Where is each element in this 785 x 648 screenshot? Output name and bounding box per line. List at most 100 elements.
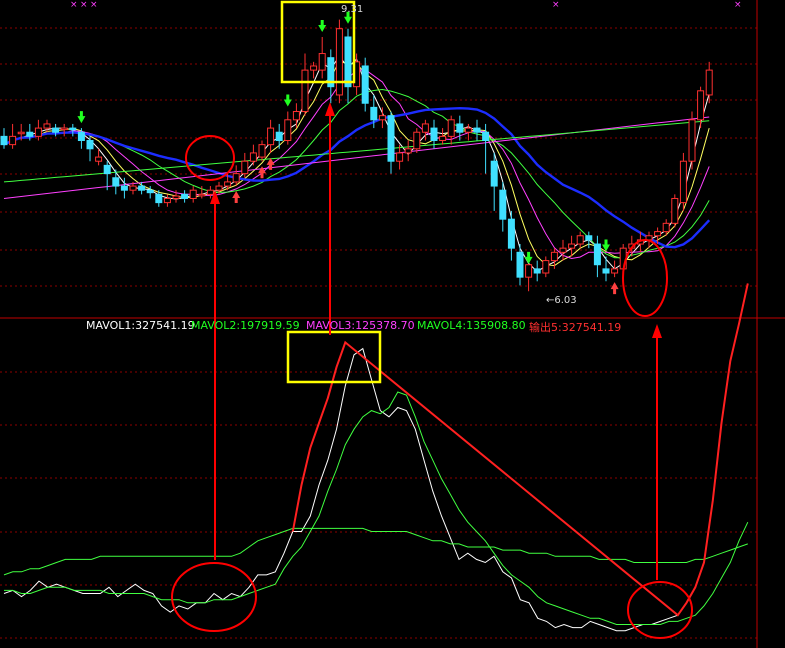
candle-body	[301, 69, 309, 113]
candle-body	[189, 189, 197, 199]
candle-body	[60, 127, 68, 131]
indicator-title: DD5量比指标	[0, 321, 68, 334]
candle-body	[95, 156, 103, 162]
candle-body	[129, 185, 137, 191]
candle-body	[421, 123, 429, 133]
mavol1-line	[3, 283, 749, 632]
candle-body	[499, 189, 507, 220]
candle-body	[17, 131, 25, 135]
candle-body	[112, 177, 120, 187]
candle-body	[138, 185, 146, 191]
candle-body	[439, 135, 447, 142]
candle-body	[344, 36, 352, 88]
candle-body	[172, 195, 180, 199]
legend-entry: MAVOL1:327541.19	[86, 319, 195, 332]
candle-body	[516, 251, 524, 278]
annotation-circle	[185, 135, 235, 181]
candle-body	[662, 222, 670, 233]
candle-body	[103, 164, 111, 175]
candle-body	[378, 115, 386, 121]
candle-body	[206, 189, 214, 195]
output5-line	[291, 283, 749, 617]
mavol4-line	[3, 527, 748, 576]
sell-arrow-icon	[77, 111, 86, 124]
candle-body	[361, 65, 369, 104]
buy-arrow-icon	[610, 282, 619, 295]
mavol2-line	[4, 391, 749, 625]
candle-body	[224, 181, 232, 187]
candle-body	[568, 243, 576, 249]
candle-body	[396, 152, 404, 162]
candle-body	[611, 268, 619, 274]
top-marker-icon: ×	[734, 0, 742, 10]
candle-body	[0, 135, 8, 146]
candle-body	[413, 131, 421, 150]
candle-body	[671, 197, 679, 224]
candle-body	[387, 115, 395, 162]
candle-body	[232, 173, 240, 183]
candle-body	[593, 243, 601, 266]
sell-arrow-icon	[318, 19, 327, 32]
candle-body	[9, 135, 17, 146]
candle-body	[86, 140, 94, 150]
chart-stage: × × × × × DD5量比指标 9.31 ←6.03 MAVOL1:327541.1…	[0, 0, 785, 648]
sell-arrow-icon	[283, 94, 292, 107]
candle-body	[310, 65, 318, 71]
legend-entry: 输出5:327541.19	[529, 321, 622, 334]
candle-body	[679, 160, 687, 204]
candle-body	[163, 197, 171, 204]
candle-body	[507, 218, 515, 249]
candle-body	[370, 106, 378, 121]
candle-body	[482, 131, 490, 142]
candle-body	[533, 268, 541, 274]
candle-body	[525, 264, 533, 278]
candle-body	[292, 111, 300, 121]
candle-body	[602, 268, 610, 274]
candle-body	[318, 53, 326, 71]
candle-body	[181, 193, 189, 199]
candle-body	[34, 127, 42, 137]
candle-body	[69, 127, 77, 131]
candle-body	[456, 123, 464, 133]
candle-body	[559, 247, 567, 253]
candle-body	[447, 119, 455, 137]
candle-body	[404, 148, 412, 154]
candle-body	[249, 152, 257, 162]
price-low-label: ←6.03	[546, 295, 577, 306]
candle-body	[473, 127, 481, 133]
candle-body	[146, 189, 154, 194]
candle-body	[697, 90, 705, 121]
candle-body	[258, 144, 266, 158]
annotation-circle	[171, 562, 257, 632]
candle-body	[490, 160, 498, 187]
candle-body	[267, 127, 275, 146]
candle-body	[241, 160, 249, 175]
candle-body	[275, 131, 283, 142]
legend-entry: MAVOL2:197919.59	[191, 319, 300, 332]
candle-body	[464, 127, 472, 133]
legend-entry: MAVOL4:135908.80	[417, 319, 526, 332]
candle-body	[654, 231, 662, 237]
top-marker-icon: ×	[552, 0, 560, 10]
candle-body	[335, 28, 343, 96]
candle-body	[120, 185, 128, 191]
candle-body	[198, 193, 206, 197]
candle-body	[576, 235, 584, 245]
candle-body	[43, 123, 51, 129]
buy-arrow-icon	[232, 191, 241, 204]
candle-body	[26, 131, 34, 137]
candle-body	[155, 193, 163, 204]
annotation-arrow-head	[652, 324, 662, 338]
candle-body	[688, 119, 696, 162]
sell-arrow-icon	[524, 251, 533, 264]
candle-body	[77, 131, 85, 142]
candle-body	[430, 127, 438, 142]
top-marker-icon: ×	[70, 0, 78, 10]
top-marker-icon: ×	[90, 0, 98, 10]
candle-body	[542, 260, 550, 274]
candle-body	[284, 119, 292, 142]
legend-entry: MAVOL3:125378.70	[306, 319, 415, 332]
candle-body	[550, 251, 558, 262]
candle-body	[52, 127, 60, 133]
candle-body	[585, 235, 593, 241]
